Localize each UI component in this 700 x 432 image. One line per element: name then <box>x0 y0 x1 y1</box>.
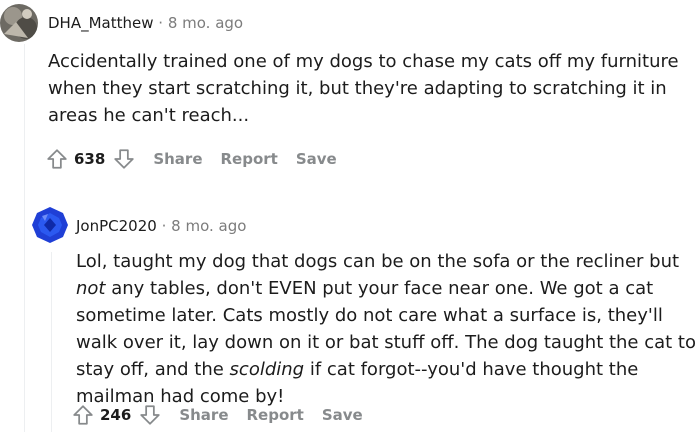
thread-line[interactable] <box>24 44 25 432</box>
comment-body: Lol, taught my dog that dogs can be on t… <box>76 248 696 410</box>
timestamp[interactable]: 8 mo. ago <box>168 14 243 32</box>
meta-separator: · <box>161 217 167 235</box>
arrow-up-outline-icon <box>46 148 68 170</box>
share-button[interactable]: Share <box>177 404 230 426</box>
downvote-button[interactable] <box>137 402 163 428</box>
comment-text: Lol, taught my dog that dogs can be on t… <box>76 251 680 272</box>
thread-line[interactable] <box>51 252 52 432</box>
avatar[interactable] <box>0 4 38 42</box>
comment-meta: JonPC2020 · 8 mo. ago <box>76 217 246 235</box>
comment-body: Accidentally trained one of my dogs to c… <box>48 51 679 126</box>
avatar[interactable] <box>31 206 69 244</box>
upvote-button[interactable] <box>70 402 96 428</box>
upvote-button[interactable] <box>44 146 70 172</box>
report-button[interactable]: Report <box>245 404 306 426</box>
comment-meta: DHA_Matthew · 8 mo. ago <box>48 14 243 32</box>
vote-score: 638 <box>74 150 106 168</box>
comment-actions: 638 Share Report Save <box>44 146 339 172</box>
share-button[interactable]: Share <box>151 148 204 170</box>
timestamp[interactable]: 8 mo. ago <box>171 217 246 235</box>
save-button[interactable]: Save <box>320 404 365 426</box>
comment-text-emphasis: scolding <box>229 359 305 380</box>
vote-score: 246 <box>100 406 132 424</box>
author-name[interactable]: JonPC2020 <box>76 217 157 235</box>
comment-text-emphasis: not <box>76 278 106 299</box>
comment-actions: 246 Share Report Save <box>70 402 365 428</box>
downvote-button[interactable] <box>111 146 137 172</box>
save-button[interactable]: Save <box>294 148 339 170</box>
author-name[interactable]: DHA_Matthew <box>48 14 154 32</box>
meta-separator: · <box>158 14 164 32</box>
arrow-down-outline-icon <box>139 404 161 426</box>
arrow-down-outline-icon <box>113 148 135 170</box>
report-button[interactable]: Report <box>219 148 280 170</box>
arrow-up-outline-icon <box>72 404 94 426</box>
